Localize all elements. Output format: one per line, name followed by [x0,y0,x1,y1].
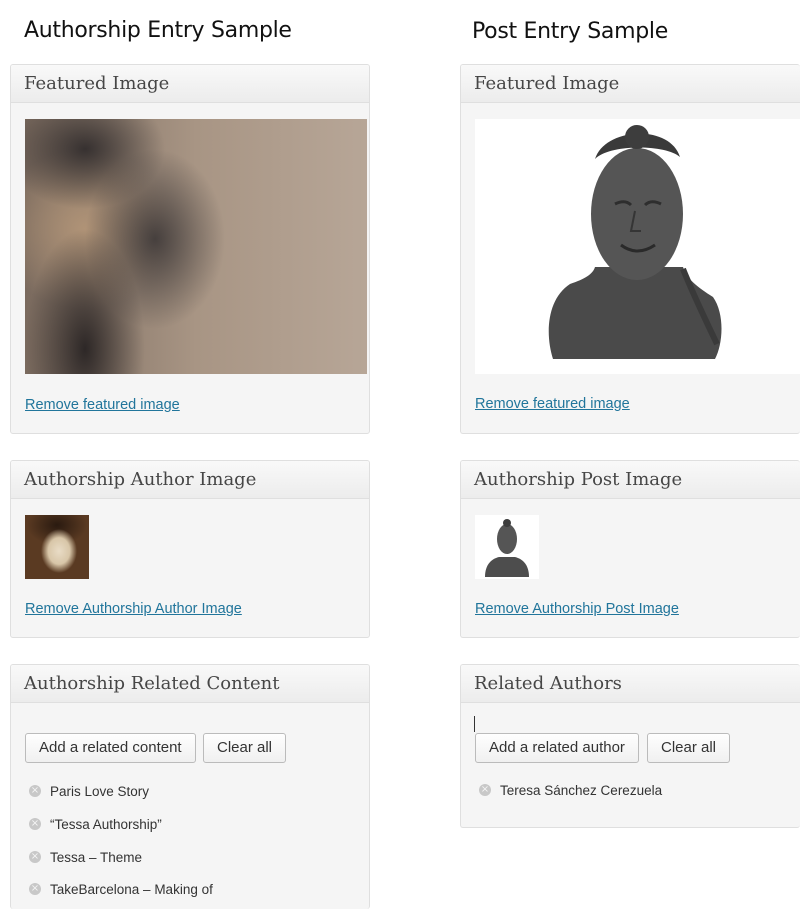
right-column-title: Post Entry Sample [472,19,668,44]
add-related-content-button[interactable]: Add a related content [25,733,196,763]
related-authors-title: Related Authors [461,665,800,703]
post-featured-image-panel: Featured Image Remove featured image [460,64,800,434]
list-item: × Paris Love Story [29,781,149,801]
remove-item-icon[interactable]: × [29,818,41,830]
author-image-thumbnail[interactable] [25,515,89,579]
remove-post-image-link[interactable]: Remove Authorship Post Image [475,601,679,617]
post-image-thumbnail[interactable] [475,515,539,579]
related-authors-panel: Related Authors Add a related author Cle… [460,664,800,828]
remove-item-icon[interactable]: × [479,784,491,796]
related-content-title: Authorship Related Content [11,665,369,703]
list-item-label: TakeBarcelona – Making of [50,881,213,897]
featured-image-title: Featured Image [11,65,369,103]
post-featured-image-title: Featured Image [461,65,800,103]
authorship-post-image-panel: Authorship Post Image Remove Authorship … [460,460,800,638]
remove-author-image-link[interactable]: Remove Authorship Author Image [25,601,242,617]
remove-item-icon[interactable]: × [29,883,41,895]
sculpture-bust-icon [548,125,722,359]
remove-item-icon[interactable]: × [29,851,41,863]
add-related-author-button[interactable]: Add a related author [475,733,639,763]
left-column-title: Authorship Entry Sample [24,18,292,43]
clear-all-authors-button[interactable]: Clear all [647,733,731,763]
post-featured-image-preview[interactable] [475,119,800,374]
list-item: × “Tessa Authorship” [29,814,162,834]
list-item: × Teresa Sánchez Cerezuela [479,780,662,800]
featured-image-panel: Featured Image Remove featured image [10,64,370,434]
remove-post-featured-image-link[interactable]: Remove featured image [475,396,630,412]
list-item-label: Tessa – Theme [50,849,143,865]
text-cursor [474,716,475,732]
list-item-label: Paris Love Story [50,783,150,799]
list-item-label: Teresa Sánchez Cerezuela [500,782,663,798]
remove-featured-image-link[interactable]: Remove featured image [25,397,180,413]
featured-image-preview[interactable] [25,119,367,374]
authorship-author-image-title: Authorship Author Image [11,461,369,499]
clear-all-button[interactable]: Clear all [203,733,287,763]
authorship-author-image-panel: Authorship Author Image Remove Authorshi… [10,460,370,638]
sculpture-thumbnail-icon [485,519,529,577]
list-item: × TakeBarcelona – Making of [29,879,213,899]
authorship-post-image-title: Authorship Post Image [461,461,800,499]
list-item-label: “Tessa Authorship” [50,816,162,832]
related-content-panel: Authorship Related Content Add a related… [10,664,370,909]
list-item: × Tessa – Theme [29,847,142,867]
remove-item-icon[interactable]: × [29,785,41,797]
